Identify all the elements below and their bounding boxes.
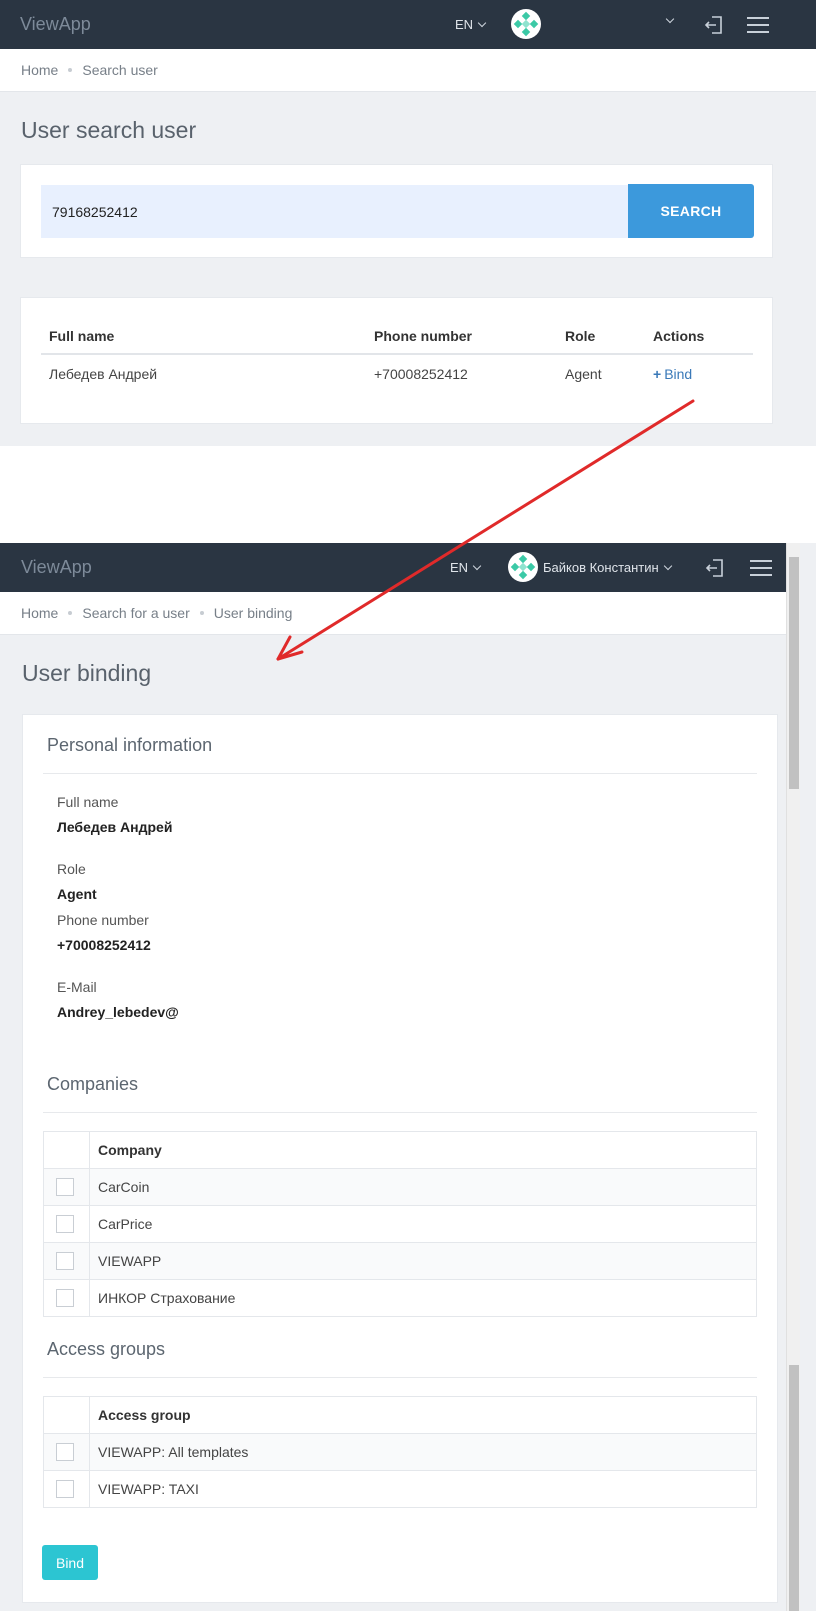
breadcrumb: Home Search for a user User binding	[0, 592, 800, 635]
cell-role: Agent	[565, 365, 602, 382]
company-name: CarPrice	[89, 1205, 757, 1243]
avatar-pattern-icon	[513, 11, 539, 37]
breadcrumb-current: Search user	[82, 62, 158, 78]
checkbox-viewapp[interactable]	[56, 1252, 74, 1271]
table-row[interactable]: VIEWAPP	[43, 1242, 757, 1280]
scrollbar-thumb-bottom[interactable]	[789, 1365, 799, 1611]
search-card: SEARCH	[20, 164, 773, 258]
app-brand[interactable]: ViewApp	[21, 557, 92, 578]
select-column-header	[43, 1396, 90, 1434]
column-header-full-name[interactable]: Full name	[41, 318, 366, 355]
breadcrumb-separator	[68, 611, 73, 615]
cell-full-name: Лебедев Андрей	[49, 365, 158, 382]
hamburger-menu-icon[interactable]	[750, 560, 772, 576]
hamburger-menu-icon[interactable]	[747, 17, 769, 33]
email-value: Andrey_lebedev@	[57, 1004, 179, 1020]
table-row[interactable]: CarCoin	[43, 1168, 757, 1206]
breadcrumb-home[interactable]: Home	[21, 62, 58, 78]
scrollbar-thumb-top[interactable]	[789, 557, 799, 789]
logout-icon[interactable]	[705, 558, 725, 578]
companies-table: Company CarCoin CarPrice VIEWAPP ИНКОР С…	[43, 1131, 757, 1317]
bind-link-label: Bind	[664, 365, 693, 382]
role-label: Role	[57, 861, 86, 877]
phone-value: +70008252412	[57, 937, 151, 953]
phone-label: Phone number	[57, 912, 149, 928]
app-brand[interactable]: ViewApp	[20, 14, 91, 35]
page-title: User search user	[21, 117, 197, 143]
breadcrumb-search[interactable]: Search for a user	[82, 605, 189, 621]
plus-icon: +	[653, 365, 662, 382]
checkbox-carcoin[interactable]	[56, 1178, 74, 1197]
results-table: Full name Phone number Role Actions Лебе…	[41, 318, 753, 392]
table-row[interactable]: VIEWAPP: TAXI	[43, 1470, 757, 1508]
breadcrumb-home[interactable]: Home	[21, 605, 58, 621]
breadcrumb-separator	[68, 68, 73, 72]
full-name-label: Full name	[57, 794, 119, 810]
role-value: Agent	[57, 886, 97, 902]
checkbox-inkor[interactable]	[56, 1289, 74, 1308]
access-group-name: VIEWAPP: All templates	[89, 1433, 757, 1471]
company-name: VIEWAPP	[89, 1242, 757, 1280]
user-binding-screen: ViewApp EN Байков Константин Home Search…	[0, 543, 816, 1611]
divider	[43, 1112, 757, 1113]
section-title-access-groups: Access groups	[47, 1339, 166, 1359]
column-header-access-group: Access group	[89, 1396, 757, 1434]
language-selector[interactable]: EN	[455, 17, 487, 32]
breadcrumb-separator	[199, 611, 204, 615]
avatar[interactable]	[511, 9, 541, 39]
table-row[interactable]: VIEWAPP: All templates	[43, 1433, 757, 1471]
user-menu[interactable]: Байков Константин	[543, 560, 672, 575]
cell-actions: + Bind	[645, 354, 753, 392]
chevron-down-icon	[477, 18, 487, 27]
bind-link[interactable]: + Bind	[653, 366, 692, 382]
logout-icon[interactable]	[704, 15, 724, 35]
column-header-company: Company	[89, 1131, 757, 1169]
column-header-actions: Actions	[645, 318, 753, 355]
binding-card: Personal information Full name Лебедев А…	[22, 714, 778, 1603]
chevron-down-icon	[663, 561, 672, 570]
section-title-personal: Personal information	[47, 735, 213, 755]
checkbox-taxi[interactable]	[56, 1480, 74, 1499]
top-navbar: ViewApp EN	[0, 0, 816, 49]
top-navbar: ViewApp EN Байков Константин	[0, 543, 800, 592]
select-column-header	[43, 1131, 90, 1169]
company-name: ИНКОР Страхование	[89, 1279, 757, 1317]
divider	[43, 773, 757, 774]
bind-button[interactable]: Bind	[42, 1545, 98, 1580]
user-menu-chevron-icon[interactable]	[665, 14, 675, 24]
access-group-name: VIEWAPP: TAXI	[89, 1470, 757, 1508]
language-label: EN	[450, 560, 469, 575]
results-card: Full name Phone number Role Actions Лебе…	[20, 297, 773, 424]
vertical-scrollbar[interactable]	[786, 543, 800, 1611]
language-label: EN	[455, 17, 474, 32]
language-selector[interactable]: EN	[450, 560, 482, 575]
checkbox-all-templates[interactable]	[56, 1443, 74, 1462]
breadcrumb-current: User binding	[213, 605, 293, 621]
divider	[43, 1377, 757, 1378]
avatar-pattern-icon	[510, 554, 536, 580]
user-name: Байков Константин	[543, 560, 659, 575]
column-header-role[interactable]: Role	[557, 318, 645, 355]
chevron-down-icon	[472, 561, 482, 570]
company-name: CarCoin	[89, 1168, 757, 1206]
section-title-companies: Companies	[47, 1074, 139, 1094]
full-name-value: Лебедев Андрей	[57, 819, 173, 835]
breadcrumb: Home Search user	[0, 49, 816, 92]
table-row[interactable]: ИНКОР Страхование	[43, 1279, 757, 1317]
page-title: User binding	[22, 660, 152, 686]
column-header-phone[interactable]: Phone number	[366, 318, 557, 355]
cell-phone: +70008252412	[374, 365, 468, 382]
search-input[interactable]	[41, 185, 629, 238]
table-row: Лебедев Андрей +70008252412 Agent + Bind	[41, 354, 753, 392]
table-row[interactable]: CarPrice	[43, 1205, 757, 1243]
avatar[interactable]	[508, 552, 538, 582]
email-label: E-Mail	[57, 979, 97, 995]
access-groups-table: Access group VIEWAPP: All templates VIEW…	[43, 1396, 757, 1508]
search-button[interactable]: SEARCH	[628, 184, 754, 238]
search-user-screen: ViewApp EN Home Search user User search …	[0, 0, 816, 446]
checkbox-carprice[interactable]	[56, 1215, 74, 1234]
